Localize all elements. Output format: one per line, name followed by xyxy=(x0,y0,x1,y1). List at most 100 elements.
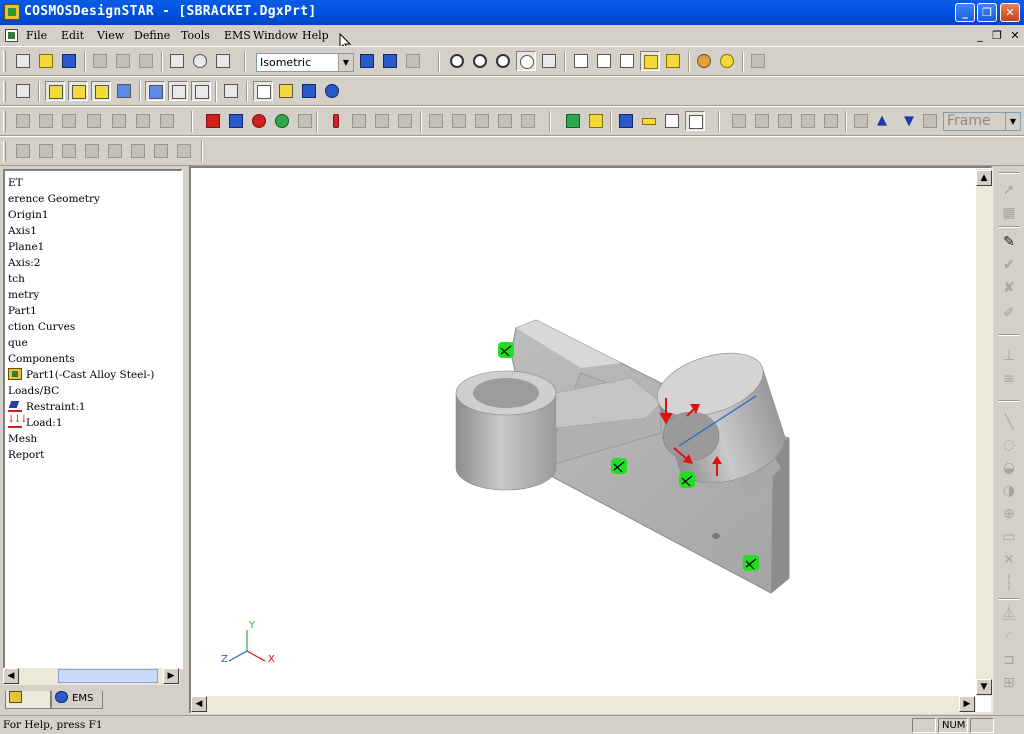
spring-icon[interactable] xyxy=(372,111,392,131)
scroll-left-button[interactable]: ◀ xyxy=(3,668,19,684)
mdi-restore-button[interactable]: ❐ xyxy=(989,28,1005,43)
chevron-down-icon[interactable]: ▼ xyxy=(338,54,353,71)
menu-define[interactable]: Define xyxy=(134,29,170,42)
color-palette-icon[interactable] xyxy=(694,51,714,71)
fillet-icon[interactable]: ◜ xyxy=(998,627,1020,647)
shape-5-icon[interactable] xyxy=(105,141,125,161)
probe-icon[interactable] xyxy=(518,111,538,131)
tree-horizontal-scrollbar[interactable]: ◀ ▶ xyxy=(3,668,180,685)
menu-edit[interactable]: Edit xyxy=(61,29,84,42)
tree-item[interactable]: Axis1 xyxy=(8,223,37,239)
select-point-icon[interactable] xyxy=(191,81,211,101)
extrude-icon[interactable] xyxy=(59,111,79,131)
copy-icon[interactable] xyxy=(113,51,133,71)
scroll-down-button[interactable]: ▼ xyxy=(976,679,992,695)
annotation-icon[interactable] xyxy=(662,111,682,131)
help-icon[interactable] xyxy=(190,51,210,71)
tree-item[interactable]: Report xyxy=(8,447,44,463)
model-canvas[interactable]: Y X Z xyxy=(191,168,976,695)
menu-ems[interactable]: EMS xyxy=(224,29,251,42)
last-frame-icon[interactable] xyxy=(821,111,841,131)
convert-icon[interactable]: ⊞ xyxy=(998,673,1020,693)
view-prev-icon[interactable] xyxy=(357,51,377,71)
box-select-icon[interactable] xyxy=(299,81,319,101)
frame-select[interactable]: Frame ▼ xyxy=(943,112,1021,131)
rectangle-icon[interactable]: ▭ xyxy=(998,527,1020,547)
tree-item[interactable]: ET xyxy=(8,175,23,191)
sketch-pencil-icon[interactable]: ✐ xyxy=(998,303,1020,323)
sketch-line-icon[interactable] xyxy=(13,111,33,131)
print-icon[interactable] xyxy=(167,51,187,71)
circle-icon[interactable]: ◌ xyxy=(998,435,1020,455)
frame-settings-icon[interactable] xyxy=(851,111,871,131)
mesh-icon[interactable] xyxy=(272,111,292,131)
tree-item-load[interactable]: Load:1 xyxy=(7,412,63,431)
scroll-up-button[interactable]: ▲ xyxy=(976,170,992,186)
collapse-icon[interactable] xyxy=(920,111,940,131)
swap-icon[interactable] xyxy=(563,111,583,131)
relation-icon[interactable]: ≡ xyxy=(998,369,1020,389)
thermal-icon[interactable] xyxy=(326,111,346,131)
edit-sketch-icon[interactable]: ✎ xyxy=(998,232,1020,252)
tree-item[interactable]: erence Geometry xyxy=(8,191,100,207)
cut-icon[interactable] xyxy=(90,51,110,71)
prev-frame-icon[interactable] xyxy=(752,111,772,131)
line-icon[interactable]: ╲ xyxy=(998,412,1020,432)
viewport-vertical-scrollbar[interactable]: ▲ ▼ xyxy=(976,169,993,696)
apply-load-icon[interactable] xyxy=(203,111,223,131)
tab-part[interactable] xyxy=(5,691,51,709)
grid-icon[interactable]: ▦ xyxy=(998,203,1020,223)
centerline-icon[interactable]: ┆ xyxy=(998,573,1020,593)
shape-7-icon[interactable] xyxy=(151,141,171,161)
tree-item[interactable]: que xyxy=(8,335,28,351)
point-circle-icon[interactable]: ⊕ xyxy=(998,504,1020,524)
toolbar-grip[interactable] xyxy=(3,141,6,162)
apply-restraint-icon[interactable] xyxy=(226,111,246,131)
text-annotation-icon[interactable] xyxy=(685,111,705,131)
select-plane-icon[interactable] xyxy=(145,81,165,101)
text-select-icon[interactable] xyxy=(221,81,241,101)
view-orientation-select[interactable]: Isometric ▼ xyxy=(256,53,354,72)
convection-icon[interactable] xyxy=(472,111,492,131)
tree-item[interactable]: metry xyxy=(8,287,39,303)
shape-4-icon[interactable] xyxy=(82,141,102,161)
ruler-icon[interactable] xyxy=(639,111,659,131)
zoom-to-fit-icon[interactable] xyxy=(447,51,467,71)
toolbar-grip[interactable] xyxy=(3,51,6,72)
material-icon[interactable] xyxy=(249,111,269,131)
view-add-icon[interactable] xyxy=(403,51,423,71)
tree-item[interactable]: Mesh xyxy=(8,431,37,447)
toolbar-grip[interactable] xyxy=(3,81,6,102)
tree-item[interactable]: ction Curves xyxy=(8,319,75,335)
select-vertex-icon[interactable] xyxy=(91,81,111,101)
chevron-down-icon[interactable]: ▼ xyxy=(1005,113,1020,130)
bolt-icon[interactable] xyxy=(349,111,369,131)
select-all-icon[interactable] xyxy=(276,81,296,101)
toolbar-grip[interactable] xyxy=(3,111,6,132)
confirm-check-icon[interactable]: ✔ xyxy=(998,255,1020,275)
fan-icon[interactable] xyxy=(426,111,446,131)
menu-view[interactable]: View xyxy=(97,29,124,42)
shaded-edges-icon[interactable] xyxy=(663,51,683,71)
menu-tools[interactable]: Tools xyxy=(181,29,210,42)
select-body-icon[interactable] xyxy=(114,81,134,101)
heat-icon[interactable] xyxy=(449,111,469,131)
cancel-x-icon[interactable]: ✘ xyxy=(998,278,1020,298)
graphics-viewport[interactable]: Y X Z xyxy=(189,166,993,714)
select-face-icon[interactable] xyxy=(45,81,65,101)
pan-icon[interactable] xyxy=(539,51,559,71)
menu-window[interactable]: Window xyxy=(253,29,298,42)
axis-icon[interactable] xyxy=(109,111,129,131)
feature-icon[interactable] xyxy=(157,111,177,131)
hidden-lines-icon[interactable] xyxy=(594,51,614,71)
context-help-icon[interactable] xyxy=(213,51,233,71)
tree-item[interactable]: Origin1 xyxy=(8,207,49,223)
trim-icon[interactable]: ✕ xyxy=(998,550,1020,570)
select-axis-icon[interactable] xyxy=(168,81,188,101)
menu-file[interactable]: File xyxy=(26,29,47,42)
offset-icon[interactable]: ⊐ xyxy=(998,650,1020,670)
question-icon[interactable] xyxy=(495,111,515,131)
document-icon[interactable] xyxy=(5,29,18,42)
paste-icon[interactable] xyxy=(136,51,156,71)
filter-icon[interactable] xyxy=(13,81,33,101)
